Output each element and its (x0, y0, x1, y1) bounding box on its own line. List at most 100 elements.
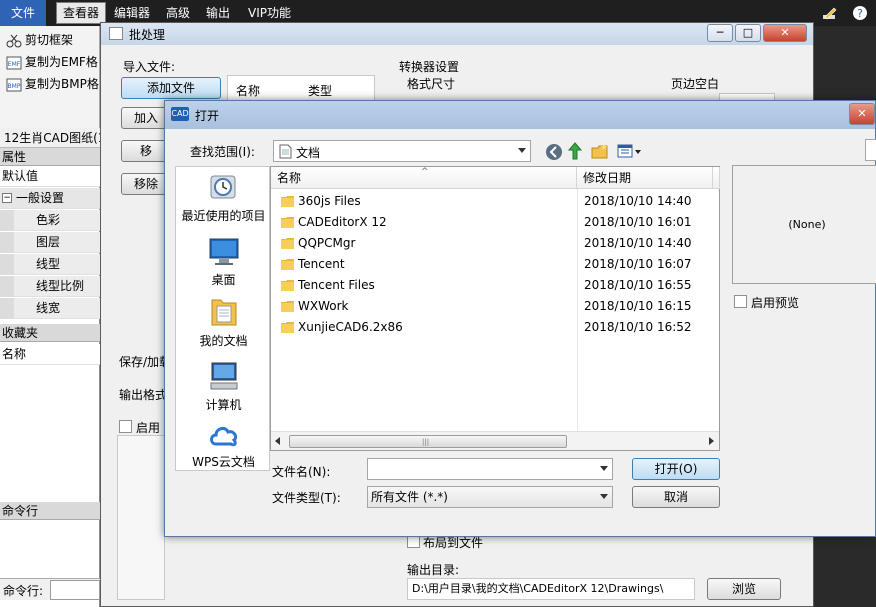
copy-emf-button[interactable]: EMF 复制为EMF格 (6, 52, 98, 72)
drawing-tab[interactable]: 12生肖CAD图纸(1 (0, 128, 100, 148)
place-desktop[interactable]: 桌面 (176, 234, 271, 288)
close-button[interactable]: ✕ (763, 24, 807, 42)
chevron-down-icon[interactable] (600, 494, 608, 499)
place-computer-label: 计算机 (205, 398, 242, 412)
menu-vip[interactable]: VIP功能 (242, 4, 297, 22)
enable-checkbox[interactable] (119, 420, 132, 433)
default-value-row[interactable]: 默认值 (0, 166, 100, 187)
enable-preview-label: 启用预览 (751, 296, 800, 310)
place-wps-cloud[interactable]: WPS云文档 (176, 420, 271, 470)
menu-viewer[interactable]: 查看器 (56, 2, 107, 24)
open-close-button[interactable]: ✕ (849, 103, 875, 125)
format-size-label: 格式尺寸 (407, 77, 456, 91)
favorites-name-col: 名称 (2, 347, 27, 361)
prop-layer-label: 图层 (36, 235, 61, 249)
file-date: 2018/10/10 16:07 (584, 257, 692, 271)
prop-row[interactable]: 线型比例 (0, 276, 100, 297)
list-item[interactable]: QQPCMgr 2018/10/10 14:40 (271, 233, 719, 254)
col-header-type[interactable] (713, 167, 720, 189)
view-menu-icon[interactable] (617, 143, 643, 159)
general-settings-group[interactable]: − 一般设置 (0, 188, 100, 209)
browse-button[interactable]: 浏览 (707, 578, 781, 600)
recent-items-icon (210, 175, 235, 199)
cut-frame-label: 剪切框架 (25, 33, 74, 47)
filename-input[interactable] (367, 458, 613, 480)
prop-row[interactable]: 线型 (0, 254, 100, 275)
cancel-button[interactable]: 取消 (632, 486, 720, 508)
copy-bmp-label: 复制为BMP格 (25, 77, 99, 91)
place-recent[interactable]: 最近使用的项目 (176, 170, 271, 224)
prop-row[interactable]: 线宽 (0, 298, 100, 319)
enable-label: 启用 (136, 421, 161, 435)
collapse-icon[interactable]: − (2, 193, 12, 203)
list-item[interactable]: Tencent 2018/10/10 16:07 (271, 254, 719, 275)
col-header-name[interactable]: 名称 ^ (271, 167, 577, 189)
col-header-date[interactable]: 修改日期 (577, 167, 713, 189)
open-dialog: CAD 打开 ✕ 查找范围(I): 文档 最近使用的项目 桌面 我的文档 计算机… (164, 100, 876, 537)
place-computer[interactable]: 计算机 (176, 359, 271, 413)
minimize-button[interactable]: ─ (707, 24, 733, 42)
add-files-button[interactable]: 添加文件 (121, 77, 221, 99)
preview-toggle[interactable] (865, 139, 876, 161)
place-recent-label: 最近使用的项目 (181, 209, 266, 223)
lookin-value: 文档 (296, 146, 321, 160)
help-icon[interactable]: ? (852, 5, 868, 21)
file-date: 2018/10/10 16:55 (584, 278, 692, 292)
cad-app-icon: CAD (171, 107, 189, 121)
place-documents[interactable]: 我的文档 (176, 295, 271, 349)
scroll-thumb[interactable]: ||| (289, 435, 567, 448)
horizontal-scrollbar[interactable]: ||| (271, 431, 719, 450)
prop-row[interactable]: 色彩 (0, 210, 100, 231)
scroll-left-icon[interactable] (275, 437, 280, 445)
left-panel: 12生肖CAD图纸(1 属性 默认值 − 一般设置 色彩 图层 线型 线型比例 … (0, 128, 100, 607)
list-item[interactable]: 360js Files 2018/10/10 14:40 (271, 191, 719, 212)
grip-icon: ||| (422, 438, 430, 446)
list-item[interactable]: XunjieCAD6.2x86 2018/10/10 16:52 (271, 317, 719, 338)
open-button[interactable]: 打开(O) (632, 458, 720, 480)
folder-icon (281, 280, 294, 291)
edit-icon[interactable] (822, 5, 838, 21)
list-item[interactable]: CADEditorX 12 2018/10/10 16:01 (271, 212, 719, 233)
batch-titlebar: 批处理 ─ □ ✕ (101, 23, 813, 45)
list-item[interactable]: Tencent Files 2018/10/10 16:55 (271, 275, 719, 296)
cloud-icon (209, 426, 237, 447)
menu-output[interactable]: 输出 (200, 4, 236, 22)
chevron-down-icon[interactable] (600, 466, 608, 471)
file-name: 360js Files (298, 194, 361, 208)
cmd-input[interactable] (50, 580, 100, 600)
output-dir-input[interactable]: D:\用户目录\我的文档\CADEditorX 12\Drawings\ (407, 578, 695, 600)
default-value-label: 默认值 (2, 169, 39, 183)
maximize-button[interactable]: □ (735, 24, 761, 42)
list-item[interactable]: WXWork 2018/10/10 16:15 (271, 296, 719, 317)
open-title: 打开 (195, 109, 220, 123)
folder-icon (281, 301, 294, 312)
lookin-label: 查找范围(I): (190, 145, 255, 159)
file-name: WXWork (298, 299, 349, 313)
filetype-label: 文件类型(T): (272, 491, 341, 505)
app-toolbar: 剪切框架 EMF 复制为EMF格 BMP 复制为BMP格 (0, 26, 100, 128)
up-folder-icon[interactable] (567, 142, 583, 160)
prop-color-label: 色彩 (36, 213, 61, 227)
prop-row[interactable]: 图层 (0, 232, 100, 253)
menu-file[interactable]: 文件 (0, 0, 46, 26)
file-date: 2018/10/10 16:15 (584, 299, 692, 313)
copy-bmp-button[interactable]: BMP 复制为BMP格 (6, 74, 99, 94)
back-icon[interactable] (545, 143, 563, 161)
batch-preview-area (117, 435, 165, 600)
lookin-combo[interactable]: 文档 (273, 140, 531, 162)
folder-icon (281, 238, 294, 249)
menu-advanced[interactable]: 高级 (160, 4, 196, 22)
scroll-right-icon[interactable] (709, 437, 714, 445)
new-folder-icon[interactable] (591, 143, 609, 159)
place-desktop-label: 桌面 (211, 273, 236, 287)
folder-icon (281, 322, 294, 333)
prop-linetype-label: 线型 (36, 257, 61, 271)
copy-emf-label: 复制为EMF格 (25, 55, 98, 69)
menu-editor[interactable]: 编辑器 (108, 4, 156, 22)
file-date: 2018/10/10 14:40 (584, 194, 692, 208)
desktop-icon (209, 238, 238, 265)
filetype-select[interactable]: 所有文件 (*.*) (367, 486, 613, 508)
sort-up-icon: ^ (421, 167, 429, 177)
enable-preview-checkbox[interactable] (734, 295, 747, 308)
cut-frame-button[interactable]: 剪切框架 (6, 30, 73, 50)
